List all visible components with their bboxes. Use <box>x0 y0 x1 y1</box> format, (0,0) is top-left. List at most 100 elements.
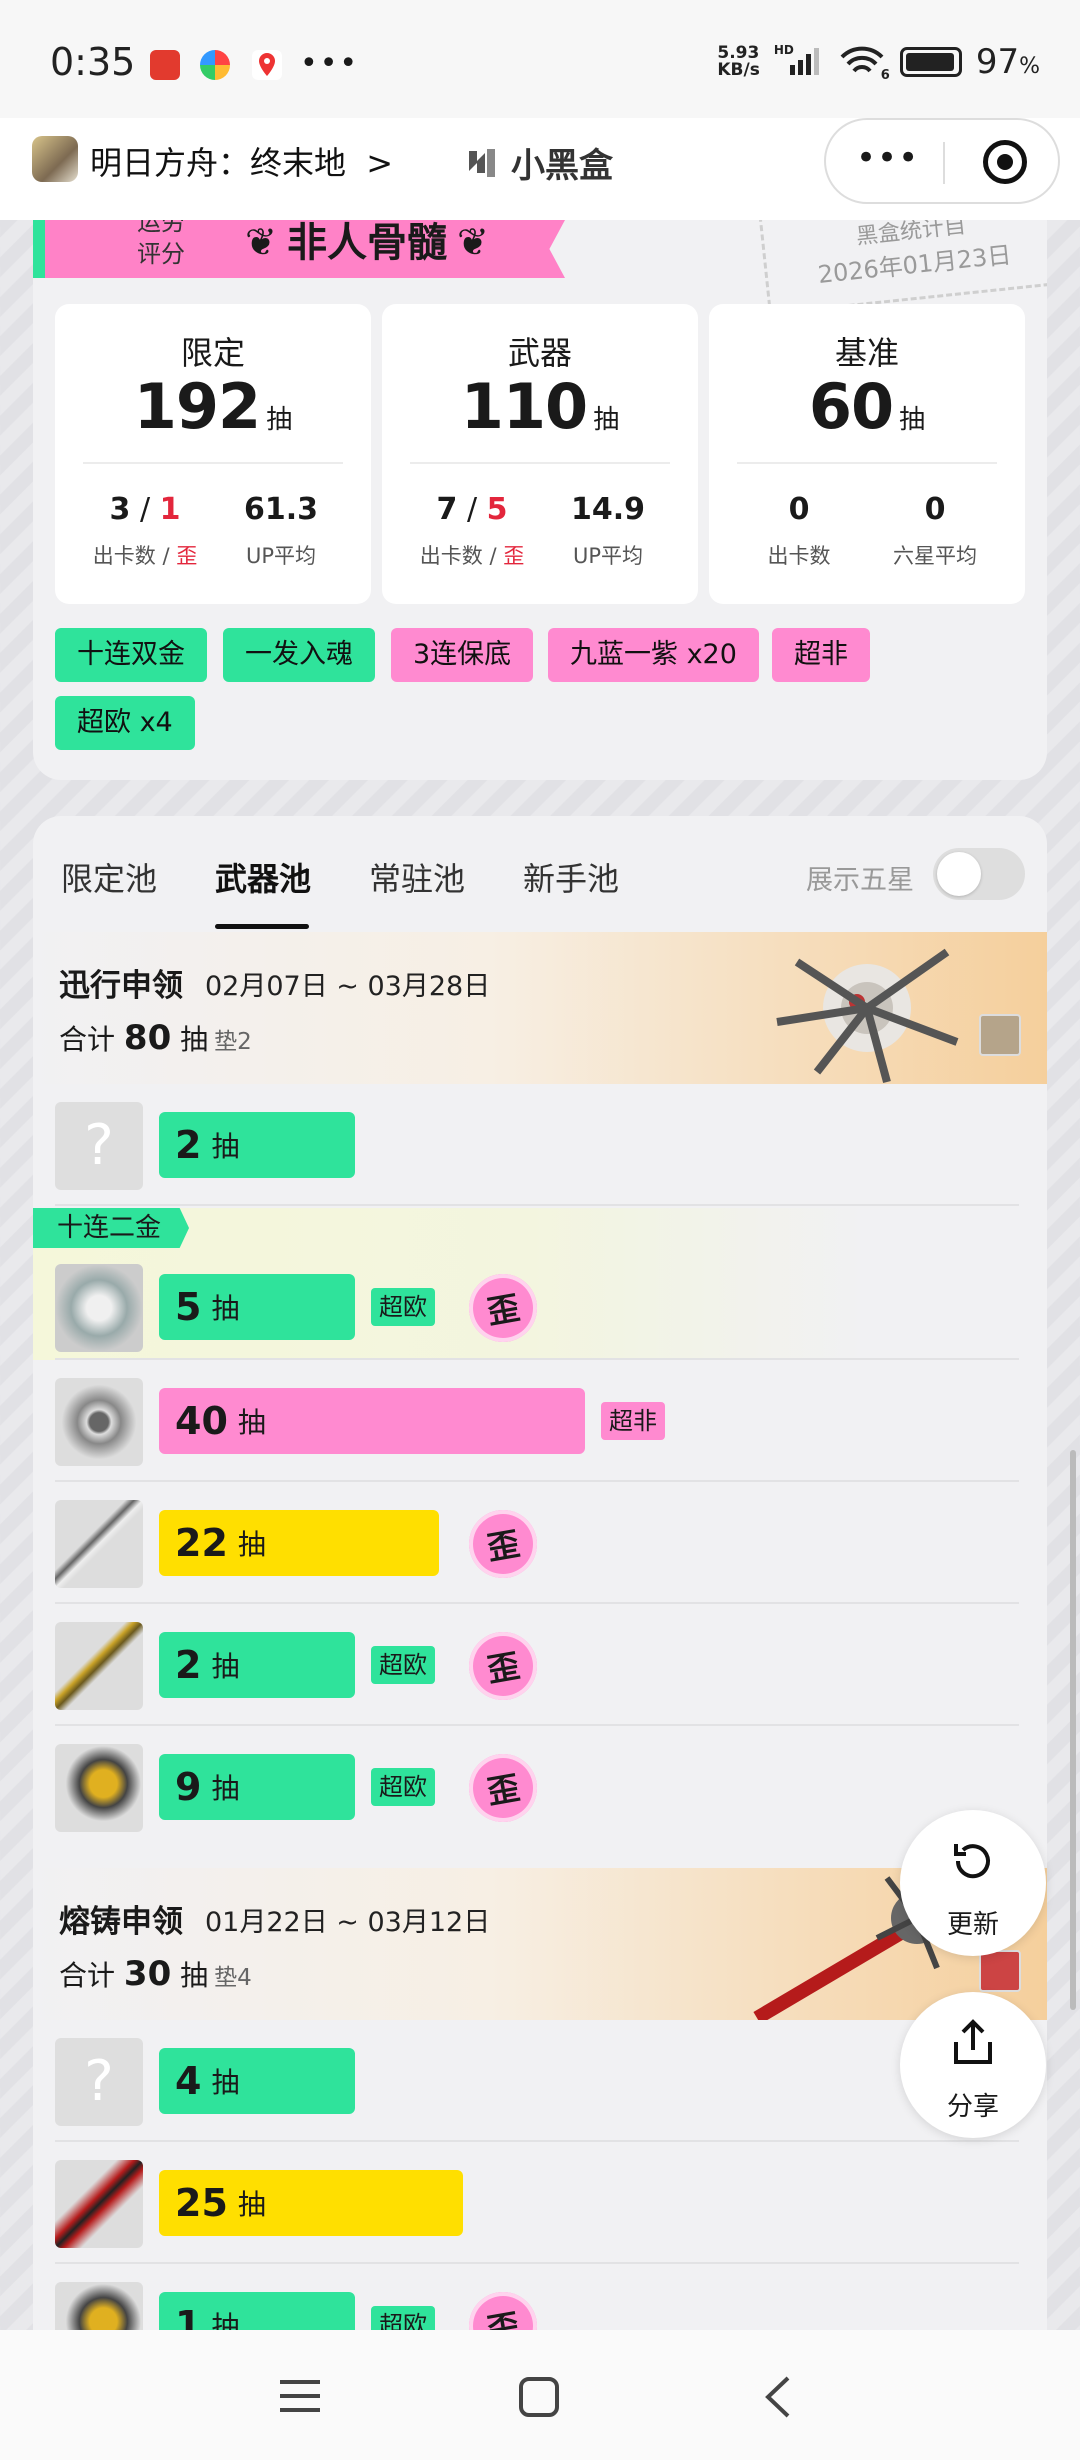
show-five-star-label: 展示五星 <box>806 865 914 896</box>
rating-value: 非人骨髓 <box>287 220 447 266</box>
divider <box>55 1204 1019 1206</box>
achievement-tag[interactable]: 3连保底 <box>391 628 534 682</box>
stat-pulls: 60 抽 <box>808 370 926 443</box>
unlucky-badge: 超非 <box>601 1402 665 1440</box>
stat-up-avg-label: UP平均 <box>572 544 644 568</box>
pull-row: 40 抽 超非 <box>33 1360 1047 1482</box>
show-five-star-toggle[interactable] <box>933 848 1025 900</box>
pull-row: 9抽 超欧 歪 <box>33 1726 1047 1848</box>
pool-weapon-art <box>737 932 1047 1084</box>
achievement-tag[interactable]: 九蓝一紫 x20 <box>548 628 759 682</box>
stat-cards: 0 <box>788 492 810 527</box>
stat-pulls: 192 抽 <box>133 370 293 443</box>
stat-cards: 7 / 5 <box>436 492 508 527</box>
tab-weapon-pool[interactable]: 武器池 <box>215 854 311 900</box>
app-header: 明日方舟：终末地 > 小黑盒 ••• <box>0 118 1080 220</box>
lucky-badge: 超欧 <box>371 1768 435 1806</box>
achievement-tag[interactable]: 一发入魂 <box>223 628 375 682</box>
weapon-thumbnail <box>55 1500 143 1588</box>
pool-name: 迅行申领 <box>59 968 183 1004</box>
pool-dates: 01月22日 ~ 03月12日 <box>205 1907 491 1938</box>
tab-standard-pool[interactable]: 常驻池 <box>369 854 465 900</box>
off-banner-badge: 歪 <box>463 1626 543 1706</box>
weapon-thumbnail <box>55 1264 143 1352</box>
brand-name: 小黑盒 <box>511 146 613 186</box>
rating-label: 评分 <box>137 240 185 268</box>
pool-header: 熔铸申领 01月22日 ~ 03月12日 合计 30 抽垫4 <box>33 1868 1047 2020</box>
stat-cards: 3 / 1 <box>109 492 181 527</box>
summary-card: 运劳 评分 ❦ 非人骨髓 ❦ 黑盒统计自 2026年01月23日 限定 192 抽… <box>33 220 1047 780</box>
pool-name: 熔铸申领 <box>59 1904 183 1940</box>
stat-box-limited: 限定 192 抽 3 / 1 出卡数 / 歪 61.3 UP平均 <box>55 304 371 604</box>
stat-six-star-avg-label: 六星平均 <box>893 544 977 568</box>
menu-icon[interactable] <box>278 2376 322 2416</box>
pull-bar: 40 抽 <box>159 1388 585 1454</box>
capsule-divider <box>943 142 945 184</box>
miniprogram-capsule: ••• <box>824 118 1060 204</box>
battery-icon <box>899 47 962 77</box>
divider <box>410 462 670 464</box>
pull-row: 25 抽 <box>33 2142 1047 2264</box>
divider <box>737 462 997 464</box>
stat-title: 基准 <box>834 334 899 372</box>
ten-pull-label: 十连二金 <box>33 1208 190 1248</box>
pull-bar: 25 抽 <box>159 2170 463 2236</box>
refresh-button[interactable]: 更新 <box>900 1810 1046 1956</box>
net-speed: 5.93 KB/s <box>717 43 760 80</box>
refresh-label: 更新 <box>946 1910 999 1940</box>
share-button[interactable]: 分享 <box>900 1992 1046 2138</box>
stat-pulls: 110 抽 <box>460 370 620 443</box>
pull-row: 2抽 超欧 歪 <box>33 1604 1047 1726</box>
stat-up-avg: 61.3 <box>243 492 319 527</box>
pull-row: 22 抽 歪 <box>33 1482 1047 1604</box>
achievement-tag[interactable]: 十连双金 <box>55 628 207 682</box>
pull-bar: 9抽 <box>159 1754 355 1820</box>
unknown-item-icon: ? <box>55 2038 143 2126</box>
back-icon[interactable] <box>762 2374 792 2420</box>
home-icon[interactable] <box>518 2376 560 2418</box>
news-app-icon <box>150 50 180 80</box>
system-nav-bar <box>0 2330 1080 2460</box>
rating-accent <box>33 220 45 278</box>
unknown-item-icon: ? <box>55 1102 143 1190</box>
chevron-right-icon: > <box>366 144 393 182</box>
weapon-thumbnail <box>55 1378 143 1466</box>
active-tab-indicator <box>215 924 309 929</box>
stat-cards-label: 出卡数 / 歪 <box>419 544 525 568</box>
close-miniprogram-icon[interactable] <box>983 140 1027 184</box>
rating-banner: 运劳 评分 ❦ 非人骨髓 ❦ <box>45 220 565 278</box>
laurel-right-icon: ❦ <box>457 220 489 264</box>
game-avatar[interactable] <box>32 136 78 182</box>
lucky-badge: 超欧 <box>371 1646 435 1684</box>
more-menu-icon[interactable]: ••• <box>856 138 919 178</box>
scrollbar[interactable] <box>1070 1450 1076 2010</box>
tab-beginner-pool[interactable]: 新手池 <box>523 854 619 900</box>
pool-dates: 02月07日 ~ 03月28日 <box>205 971 491 1002</box>
share-label: 分享 <box>946 2092 999 2122</box>
heybox-logo-icon <box>469 148 495 177</box>
stat-title: 限定 <box>180 334 245 372</box>
brand-logo: 小黑盒 <box>465 138 613 187</box>
pool-total: 合计 80 抽垫2 <box>59 1018 252 1058</box>
refresh-icon <box>954 1844 990 1879</box>
pull-bar: 4抽 <box>159 2048 355 2114</box>
pool-header: 迅行申领 02月07日 ~ 03月28日 合计 80 抽垫2 <box>33 932 1047 1084</box>
stat-up-avg-label: UP平均 <box>245 544 317 568</box>
pool-total: 合计 30 抽垫4 <box>59 1954 252 1994</box>
stat-cards-label: 出卡数 / 歪 <box>92 544 198 568</box>
off-banner-badge: 歪 <box>463 1748 543 1828</box>
divider <box>83 462 343 464</box>
pull-bar: 5抽 <box>159 1274 355 1340</box>
tab-limited-pool[interactable]: 限定池 <box>61 854 157 900</box>
pull-row: ? 4抽 <box>33 2020 1047 2142</box>
pool-item-icon <box>979 1014 1021 1056</box>
status-time: 0:35 <box>50 40 136 84</box>
achievement-tag[interactable]: 超欧 x4 <box>55 696 195 750</box>
laurel-left-icon: ❦ <box>245 220 277 264</box>
game-switcher[interactable]: 明日方舟：终末地 > <box>90 138 393 184</box>
achievement-tag[interactable]: 超非 <box>772 628 870 682</box>
more-notifications-icon: ••• <box>300 46 360 81</box>
pull-bar: 2抽 <box>159 1632 355 1698</box>
stat-title: 武器 <box>507 334 572 372</box>
stat-six-star-avg: 0 <box>924 492 946 527</box>
